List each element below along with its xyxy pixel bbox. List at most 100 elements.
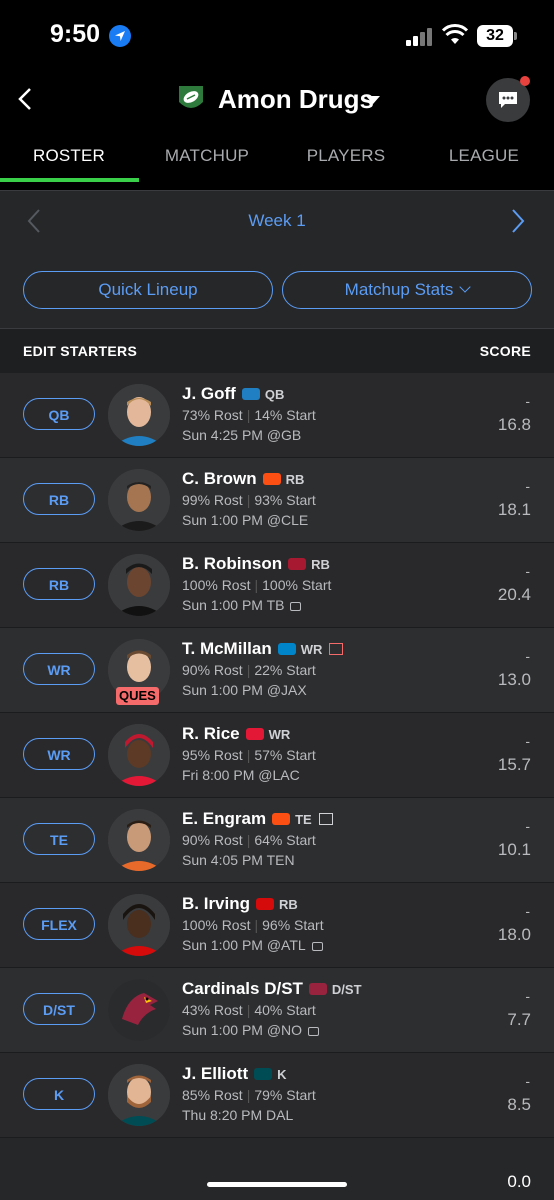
player-name[interactable]: B. Irving RB: [182, 894, 298, 914]
matchup-stats-button[interactable]: Matchup Stats: [282, 271, 532, 309]
tab-league[interactable]: LEAGUE: [415, 146, 553, 166]
player-avatar[interactable]: [108, 384, 170, 446]
back-button[interactable]: [16, 86, 34, 117]
rost-pct: 99% Rost: [182, 492, 243, 508]
start-pct: 96% Start: [262, 917, 324, 933]
live-score: -: [525, 393, 530, 409]
week-label[interactable]: Week 1: [0, 211, 554, 231]
team-logo-icon: [241, 387, 260, 400]
rost-pct: 90% Rost: [182, 832, 243, 848]
player-name[interactable]: C. Brown RB: [182, 469, 304, 489]
player-name[interactable]: B. Robinson RB: [182, 554, 330, 574]
player-name[interactable]: R. Rice WR: [182, 724, 290, 744]
start-pct: 22% Start: [254, 662, 316, 678]
tab-matchup[interactable]: MATCHUP: [138, 146, 276, 166]
player-name-text: J. Elliott: [182, 1064, 249, 1083]
team-logo-icon: [262, 472, 281, 485]
position-tag: D/ST: [331, 982, 362, 997]
slot-button[interactable]: QB: [23, 398, 95, 430]
position-tag: RB: [311, 557, 330, 572]
slot-button[interactable]: D/ST: [23, 993, 95, 1025]
tv-icon: [308, 1026, 320, 1036]
matchup-stats-label: Matchup Stats: [344, 280, 454, 299]
start-pct: 79% Start: [254, 1087, 316, 1103]
starters-header: EDIT STARTERS SCORE: [0, 328, 554, 374]
roster-row[interactable]: WR QUES T. McMillan WR 90% Rost | 22% Start…: [0, 628, 554, 713]
start-pct: 100% Start: [262, 577, 332, 593]
projected-score: 7.7: [507, 1010, 531, 1029]
roster-row[interactable]: RB C. Brown RB 99% Rost | 93% Start Sun 1:0…: [0, 458, 554, 543]
live-score: -: [525, 988, 530, 1004]
projected-score: 20.4: [497, 585, 531, 604]
roster-row[interactable]: TE E. Engram TE 90% Rost | 64% Start Sun 4:…: [0, 798, 554, 883]
week-selector: Week 1: [0, 190, 554, 254]
slot-button[interactable]: RB: [23, 483, 95, 515]
player-avatar[interactable]: [108, 1064, 170, 1126]
player-avatar[interactable]: [108, 724, 170, 786]
score-column-label: SCORE: [479, 343, 531, 359]
total-score: 0.0: [507, 1172, 531, 1191]
player-name[interactable]: J. Elliott K: [182, 1064, 287, 1084]
player-name[interactable]: J. Goff QB: [182, 384, 284, 404]
chevron-down-icon[interactable]: [366, 96, 380, 104]
next-week-button[interactable]: [510, 207, 526, 240]
slot-button[interactable]: FLEX: [23, 908, 95, 940]
quick-lineup-button[interactable]: Quick Lineup: [23, 271, 273, 309]
projected-score: 8.5: [507, 1095, 531, 1114]
player-name[interactable]: T. McMillan WR: [182, 639, 344, 659]
team-logo-icon: [277, 642, 296, 655]
slot-button[interactable]: TE: [23, 823, 95, 855]
roster-row[interactable]: QB J. Goff QB 73% Rost | 14% Start Sun 4:25…: [0, 373, 554, 458]
news-icon[interactable]: [318, 812, 333, 825]
start-pct: 14% Start: [254, 407, 316, 423]
position-tag: WR: [300, 642, 323, 657]
player-ownership: 95% Rost | 57% Start: [182, 747, 316, 763]
player-avatar[interactable]: [108, 554, 170, 616]
slot-button[interactable]: WR: [23, 653, 95, 685]
team-logo-avatar[interactable]: [108, 979, 170, 1041]
app-header: Amon Drugs ROSTER MATCHUP PLAYERS LEAGUE: [0, 72, 554, 190]
player-ownership: 90% Rost | 64% Start: [182, 832, 316, 848]
roster-row[interactable]: RB B. Robinson RB 100% Rost | 100% Start Su…: [0, 543, 554, 628]
player-avatar[interactable]: [108, 894, 170, 956]
quick-lineup-label: Quick Lineup: [98, 280, 198, 299]
rost-pct: 85% Rost: [182, 1087, 243, 1103]
position-tag: K: [277, 1067, 287, 1082]
roster-row[interactable]: D/ST Cardinals D/ST D/ST 43% Rost | 40% Sta…: [0, 968, 554, 1053]
live-score: -: [525, 648, 530, 664]
player-avatar[interactable]: [108, 469, 170, 531]
roster-row[interactable]: K J. Elliott K 85% Rost | 79% Start Thu 8:2…: [0, 1053, 554, 1138]
slot-button[interactable]: WR: [23, 738, 95, 770]
team-name-dropdown[interactable]: Amon Drugs: [218, 84, 374, 115]
chevron-down-icon: [459, 281, 471, 293]
player-name[interactable]: E. Engram TE: [182, 809, 333, 829]
roster-row[interactable]: FLEX B. Irving RB 100% Rost | 96% Start Sun…: [0, 883, 554, 968]
rost-pct: 43% Rost: [182, 1002, 243, 1018]
slot-button[interactable]: RB: [23, 568, 95, 600]
position-tag: QB: [264, 387, 285, 402]
start-pct: 40% Start: [254, 1002, 316, 1018]
rost-pct: 95% Rost: [182, 747, 243, 763]
game-time: Sun 1:00 PM @NO: [182, 1022, 303, 1038]
location-icon: [109, 25, 131, 47]
player-avatar[interactable]: [108, 809, 170, 871]
tab-roster[interactable]: ROSTER: [0, 146, 138, 166]
action-buttons: Quick Lineup Matchup Stats: [0, 253, 554, 327]
game-info: Sun 1:00 PM @CLE: [182, 512, 308, 528]
news-icon[interactable]: [329, 642, 344, 655]
league-logo-icon: [175, 82, 207, 114]
tv-icon: [311, 941, 323, 951]
player-name[interactable]: Cardinals D/ST D/ST: [182, 979, 362, 999]
tv-icon: [290, 601, 302, 611]
live-score: -: [525, 478, 530, 494]
home-indicator[interactable]: [207, 1182, 347, 1187]
edit-starters-label[interactable]: EDIT STARTERS: [23, 343, 137, 359]
tab-players[interactable]: PLAYERS: [277, 146, 415, 166]
start-pct: 64% Start: [254, 832, 316, 848]
game-time: Thu 8:20 PM DAL: [182, 1107, 294, 1123]
player-name-text: C. Brown: [182, 469, 257, 488]
roster-row[interactable]: WR R. Rice WR 95% Rost | 57% Start Fri 8:00…: [0, 713, 554, 798]
slot-button[interactable]: K: [23, 1078, 95, 1110]
team-logo-icon: [256, 897, 275, 910]
game-info: Sun 4:25 PM @GB: [182, 427, 301, 443]
